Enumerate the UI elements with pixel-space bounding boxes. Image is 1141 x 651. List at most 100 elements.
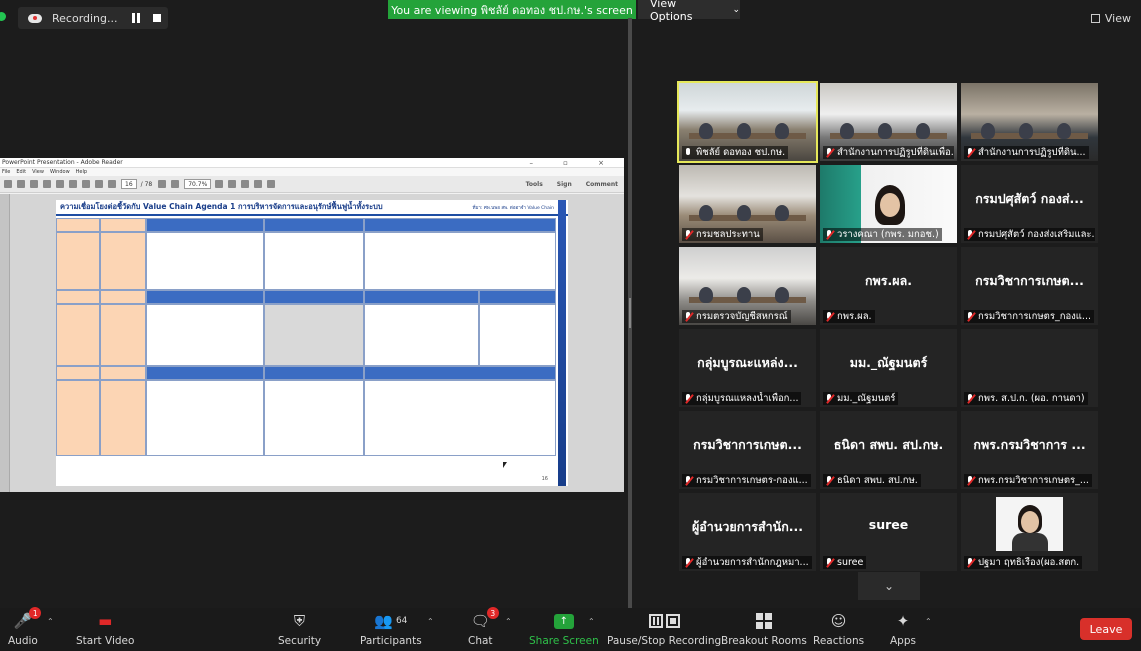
print-icon[interactable]: [69, 180, 77, 188]
participant-name-label: กรมวิชาการเกษตร_กองแ...: [964, 310, 1094, 323]
participant-tile[interactable]: วรางคณา (กพร. มกอช.): [820, 165, 957, 243]
participant-tile[interactable]: สำนักงานการปฏิรูปที่ดินเพื่อ...: [820, 83, 957, 161]
mic-muted-icon: [825, 311, 834, 322]
tools-button[interactable]: Tools: [526, 181, 543, 188]
chat-options-caret[interactable]: ⌃: [505, 617, 512, 626]
participant-name-label: กรมตรวจบัญชีสหกรณ์: [682, 310, 791, 323]
save-icon[interactable]: [56, 180, 64, 188]
highlight-icon[interactable]: [254, 180, 263, 188]
mic-muted-icon: [966, 229, 975, 240]
chat-unread-badge: 3: [486, 607, 499, 619]
participant-name: ปฐมา ฤทธิเรือง(ผอ.สตก.: [978, 557, 1080, 568]
menu-help[interactable]: Help: [76, 169, 87, 175]
menu-file[interactable]: File: [2, 169, 10, 175]
menu-window[interactable]: Window: [50, 169, 70, 175]
split-view-divider[interactable]: [628, 18, 632, 608]
fit-page-icon[interactable]: [215, 180, 224, 188]
participant-tile[interactable]: ผู้อำนวยการสำนัก... ผู้อำนวยการสำนักกฎหมา…: [679, 493, 816, 571]
zoom-in-icon[interactable]: [171, 180, 180, 188]
sign-button[interactable]: Sign: [557, 181, 572, 188]
participant-display-name: กพร.ผล.: [864, 273, 912, 288]
participant-display-name: กรมวิชาการเกษต...: [693, 437, 802, 452]
participant-name-label: กลุ่มบูรณแหลงน้ำเพื่อก...: [682, 392, 802, 405]
share-screen-button[interactable]: ↑ Share Screen: [529, 610, 599, 647]
participant-display-name: ธนิดา สพบ. สป.กษ.: [833, 437, 944, 452]
prev-page-icon[interactable]: [95, 180, 103, 188]
table-cell: [364, 232, 556, 290]
pause-stop-recording-button[interactable]: Pause/Stop Recording: [607, 610, 721, 647]
edit-icon[interactable]: [30, 180, 38, 188]
participant-tile[interactable]: ปฐมา ฤทธิเรือง(ผอ.สตก.: [961, 493, 1098, 571]
window-controls[interactable]: – ▫ ×: [529, 159, 618, 167]
participant-tile[interactable]: กพร.ผล. กพร.ผล.: [820, 247, 957, 325]
table-cell: [364, 290, 479, 304]
view-button[interactable]: View: [1090, 10, 1131, 26]
participants-options-caret[interactable]: ⌃: [427, 617, 434, 626]
pdf-toolbar: 16 / 78 70.7% Tools Sign Comment: [0, 176, 624, 193]
reactions-button[interactable]: ☺ Reactions: [813, 610, 864, 647]
open-icon[interactable]: [4, 180, 12, 188]
leave-button[interactable]: Leave: [1080, 618, 1132, 640]
pdf-menubar: File Edit View Window Help: [0, 168, 624, 176]
email-icon[interactable]: [82, 180, 90, 188]
mic-muted-icon: [684, 393, 693, 404]
apps-button[interactable]: ✦ Apps: [890, 610, 916, 647]
apps-options-caret[interactable]: ⌃: [925, 617, 932, 626]
chat-icon: 🗨 3: [471, 607, 499, 632]
table-row: [56, 218, 556, 232]
participant-tile[interactable]: สำนักงานการปฏิรูปที่ดิน...: [961, 83, 1098, 161]
chat-button[interactable]: 🗨 3 Chat: [468, 607, 499, 647]
participant-name: พิชลัย์ ดอทอง ชป.กษ.: [696, 147, 786, 158]
comment-icon[interactable]: [241, 180, 250, 188]
pause-stop-label: Pause/Stop Recording: [607, 635, 722, 647]
comment-button[interactable]: Comment: [586, 181, 618, 188]
gallery-next-page-button[interactable]: ⌄: [858, 572, 920, 600]
participant-name: วรางคณา (กพร. มกอช.): [837, 229, 939, 240]
zoom-out-icon[interactable]: [158, 180, 167, 188]
participant-tile[interactable]: กพร.กรมวิชาการ ... กพร.กรมวิชาการเกษตร_..…: [961, 411, 1098, 489]
participant-tile[interactable]: กรมชลประทาน: [679, 165, 816, 243]
mouse-cursor-icon: [503, 462, 507, 468]
view-options-label: View Options: [650, 0, 693, 23]
apps-icon: ✦: [896, 612, 910, 630]
stop-recording-button[interactable]: [153, 14, 161, 22]
participants-count: 64: [395, 616, 408, 626]
table-cell: [264, 232, 364, 290]
participant-name-label: มม._ณัฐมนตร์: [823, 392, 899, 405]
table-cell: [56, 366, 100, 380]
start-video-button[interactable]: ▬ Start Video: [76, 610, 134, 647]
breakout-rooms-icon: [755, 610, 772, 632]
participant-tile[interactable]: ธนิดา สพบ. สป.กษ. ธนิดา สพบ. สป.กษ.: [820, 411, 957, 489]
page-number-field[interactable]: 16: [121, 179, 137, 189]
breakout-rooms-button[interactable]: Breakout Rooms: [721, 610, 807, 647]
menu-view[interactable]: View: [32, 169, 44, 175]
participants-button[interactable]: 👥 64 Participants: [360, 610, 422, 647]
participant-tile[interactable]: กรมวิชาการเกษต... กรมวิชาการเกษตร-กองแ...: [679, 411, 816, 489]
participant-tile[interactable]: กรมปศุสัตว์ กองส่... กรมปศุสัตว์ กองส่งเส…: [961, 165, 1098, 243]
expand-icon[interactable]: [267, 180, 276, 188]
settings-icon[interactable]: [43, 180, 51, 188]
pause-recording-button[interactable]: [132, 13, 140, 23]
participant-tile[interactable]: มม._ณัฐมนตร์ มม._ณัฐมนตร์: [820, 329, 957, 407]
next-page-icon[interactable]: [108, 180, 116, 188]
participant-name: มม._ณัฐมนตร์: [837, 393, 896, 404]
participant-tile[interactable]: พิชลัย์ ดอทอง ชป.กษ.: [677, 81, 818, 163]
participant-tile[interactable]: กรมตรวจบัญชีสหกรณ์: [679, 247, 816, 325]
mic-muted-icon: [684, 311, 693, 322]
view-options-button[interactable]: View Options ⌄: [638, 0, 740, 23]
security-button[interactable]: ⛨ Security: [278, 610, 321, 647]
audio-options-caret[interactable]: ⌃: [47, 617, 54, 626]
participant-tile[interactable]: กรมวิชาการเกษต... กรมวิชาการเกษตร_กองแ...: [961, 247, 1098, 325]
chevron-down-icon: ⌄: [883, 579, 895, 593]
pdf-nav-pane[interactable]: [0, 194, 10, 492]
menu-edit[interactable]: Edit: [16, 169, 26, 175]
audio-button[interactable]: 🎤 1 Audio: [8, 607, 42, 647]
share-options-caret[interactable]: ⌃: [588, 617, 595, 626]
participant-tile[interactable]: suree suree: [820, 493, 957, 571]
create-icon[interactable]: [17, 180, 25, 188]
zoom-field[interactable]: 70.7%: [184, 179, 212, 189]
participant-tile[interactable]: กลุ่มบูรณะแหล่ง... กลุ่มบูรณแหลงน้ำเพื่อก…: [679, 329, 816, 407]
participant-tile[interactable]: กพร. ส.ป.ก. (ผอ. กานดา): [961, 329, 1098, 407]
participants-label: Participants: [360, 635, 422, 647]
fit-width-icon[interactable]: [228, 180, 237, 188]
